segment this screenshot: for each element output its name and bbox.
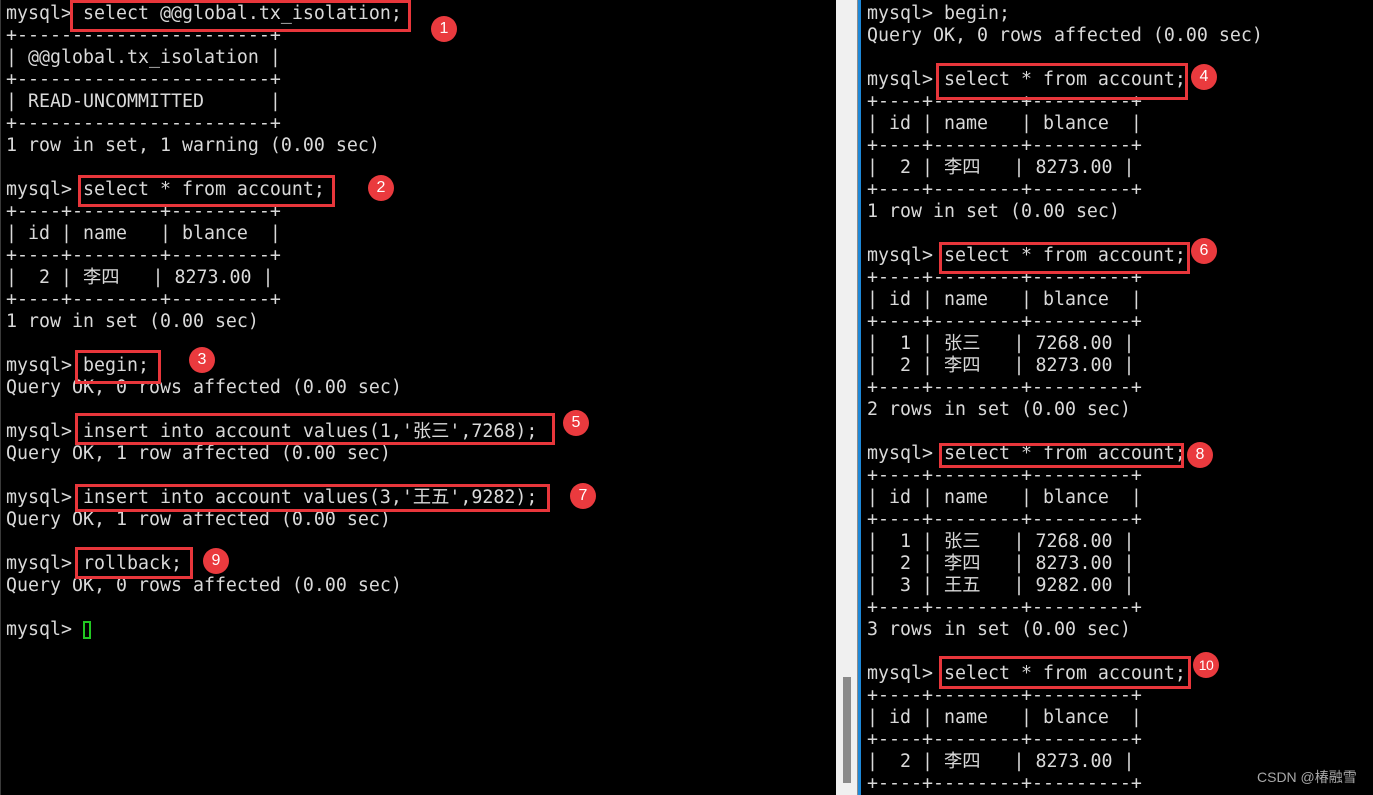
highlight-box-7 [75, 484, 550, 512]
terminal-line: +-----------------------+ [6, 69, 281, 90]
terminal-line: +----+--------+---------+ [867, 509, 1142, 530]
scrollbar-thumb[interactable] [843, 677, 851, 783]
terminal-line: | 1 | 张三 | 7268.00 | [867, 333, 1135, 354]
terminal-line: | 3 | 王五 | 9282.00 | [867, 575, 1135, 596]
highlight-box-8 [939, 443, 1184, 468]
terminal-line: | id | name | blance | [867, 487, 1142, 508]
terminal-line: | id | name | blance | [6, 223, 281, 244]
highlight-box-2 [78, 175, 335, 207]
terminal-line: +----+--------+---------+ [867, 465, 1142, 486]
terminal-line: Query OK, 1 row affected (0.00 sec) [6, 443, 391, 464]
terminal-line: mysql> begin; [867, 3, 1010, 24]
terminal-line: 2 rows in set (0.00 sec) [867, 399, 1131, 420]
left-terminal[interactable]: mysql> select @@global.tx_isolation; +--… [0, 0, 836, 795]
terminal-line: | 2 | 李四 | 8273.00 | [867, 751, 1135, 772]
prompt-line[interactable]: mysql> [6, 619, 537, 641]
terminal-line: +----+--------+---------+ [6, 245, 281, 266]
terminal-line: | id | name | blance | [867, 289, 1142, 310]
highlight-box-9 [75, 547, 193, 579]
terminal-line: Query OK, 0 rows affected (0.00 sec) [867, 25, 1263, 46]
terminal-line: Query OK, 1 row affected (0.00 sec) [6, 509, 391, 530]
terminal-line: 1 row in set (0.00 sec) [6, 311, 259, 332]
text-cursor [82, 621, 91, 639]
step-badge: 9 [203, 548, 229, 574]
highlight-box-6 [939, 242, 1190, 274]
terminal-line: +----+--------+---------+ [867, 729, 1142, 750]
terminal-line: +----+--------+---------+ [867, 311, 1142, 332]
terminal-line: 1 row in set (0.00 sec) [867, 201, 1120, 222]
terminal-line: +-----------------------+ [6, 113, 281, 134]
terminal-line: | id | name | blance | [867, 707, 1142, 728]
terminal-line: | 2 | 李四 | 8273.00 | [6, 267, 274, 288]
watermark: CSDN @椿融雪 [1257, 769, 1357, 785]
terminal-line: +----+--------+---------+ [867, 135, 1142, 156]
terminal-line: 1 row in set, 1 warning (0.00 sec) [6, 135, 380, 156]
step-badge: 1 [431, 16, 457, 42]
highlight-box-1 [70, 0, 411, 32]
terminal-line: 3 rows in set (0.00 sec) [867, 619, 1131, 640]
highlight-box-4 [936, 63, 1188, 100]
step-badge: 5 [563, 410, 589, 436]
terminal-line: +----+--------+---------+ [867, 597, 1142, 618]
highlight-box-3 [75, 350, 161, 384]
terminal-line: +----+--------+---------+ [867, 377, 1142, 398]
terminal-line: +----+--------+---------+ [867, 179, 1142, 200]
terminal-line: | id | name | blance | [867, 113, 1142, 134]
step-badge: 2 [368, 175, 394, 201]
step-badge: 7 [570, 483, 596, 509]
step-badge: 8 [1187, 442, 1213, 468]
step-badge: 10 [1193, 652, 1219, 678]
terminal-line: +----+--------+---------+ [867, 773, 1142, 794]
terminal-line: +----+--------+---------+ [6, 289, 281, 310]
highlight-box-10 [939, 656, 1191, 689]
step-badge: 6 [1191, 238, 1217, 264]
step-badge: 4 [1191, 64, 1217, 90]
terminal-line: | 1 | 张三 | 7268.00 | [867, 531, 1135, 552]
terminal-line: | @@global.tx_isolation | [6, 47, 281, 68]
step-badge: 3 [189, 347, 215, 373]
terminal-line: | 2 | 李四 | 8273.00 | [867, 157, 1135, 178]
scrollbar-track[interactable] [836, 0, 857, 795]
highlight-box-5 [75, 413, 555, 445]
prompt: mysql> [6, 619, 83, 640]
terminal-line: | 2 | 李四 | 8273.00 | [867, 553, 1135, 574]
terminal-line: | 2 | 李四 | 8273.00 | [867, 355, 1135, 376]
terminal-line: | READ-UNCOMMITTED | [6, 91, 281, 112]
left-terminal-output: mysql> select @@global.tx_isolation; +--… [6, 3, 537, 641]
